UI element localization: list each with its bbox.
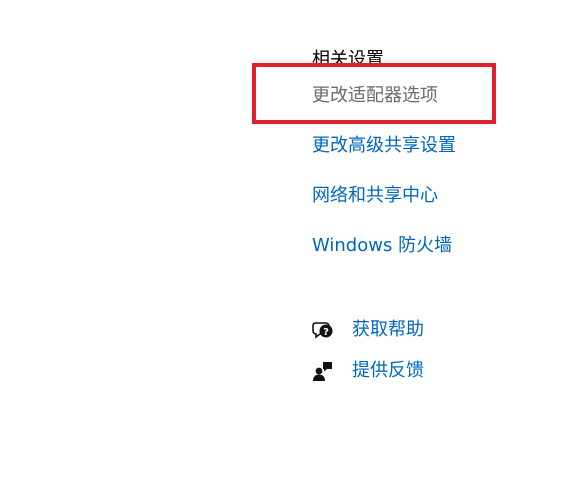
windows-firewall-link[interactable]: Windows 防火墙 — [312, 234, 452, 258]
get-help-link[interactable]: ? 获取帮助 — [312, 316, 424, 344]
chat-help-icon: ? — [312, 319, 334, 341]
give-feedback-link[interactable]: 提供反馈 — [312, 357, 424, 385]
change-advanced-sharing-settings-link[interactable]: 更改高级共享设置 — [312, 134, 456, 158]
highlight-annotation-box — [252, 63, 496, 124]
svg-text:?: ? — [323, 327, 329, 338]
feedback-person-icon — [312, 360, 334, 382]
network-and-sharing-center-link[interactable]: 网络和共享中心 — [312, 184, 438, 208]
give-feedback-label: 提供反馈 — [352, 360, 424, 381]
get-help-label: 获取帮助 — [352, 319, 424, 340]
